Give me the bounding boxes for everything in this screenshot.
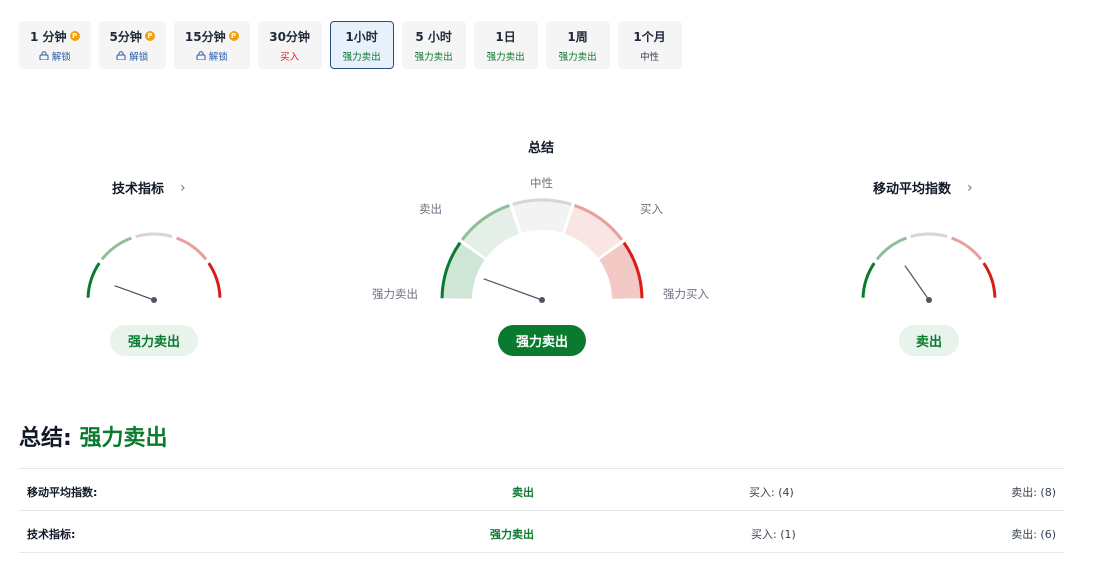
technical-indicators-gauge xyxy=(86,232,222,303)
gauge-pivot xyxy=(151,297,157,303)
gauge-band-neutral xyxy=(512,200,572,234)
gauge-segment-buy xyxy=(951,236,983,261)
gauge-label-neutral: 中性 xyxy=(530,176,553,190)
gauge-segment-buy xyxy=(176,236,208,261)
table-row: 移动平均指数: 卖出 买入: (4) 卖出: (8) xyxy=(19,468,1064,510)
summary-table: 移动平均指数: 卖出 买入: (4) 卖出: (8) 技术指标: 强力卖出 买入… xyxy=(19,468,1064,553)
gauge-segment-strong-buy xyxy=(982,262,997,298)
timeframe-tab[interactable]: 1 分钟 P 解锁 xyxy=(19,21,91,69)
summary-gauge-title: 总结 xyxy=(528,141,555,156)
gauge-pivot xyxy=(539,297,545,303)
summary-verdict: 强力卖出 xyxy=(498,325,586,356)
gauge-label-strong-sell: 强力卖出 xyxy=(372,287,418,301)
table-row: 技术指标: 强力卖出 买入: (1) 卖出: (6) xyxy=(19,510,1064,553)
timeframe-tab[interactable]: 1个月 中性 xyxy=(617,21,682,69)
chevron-right-icon: › xyxy=(967,179,973,196)
gauge-segment-sell xyxy=(100,236,132,261)
gauge-segment-neutral xyxy=(910,232,948,239)
pro-badge-icon: P xyxy=(228,31,239,41)
timeframe-tab[interactable]: 1周 强力卖出 xyxy=(545,21,610,69)
gauge-pivot xyxy=(926,297,932,303)
gauge-segment-sell xyxy=(875,236,907,261)
gauge-segment-strong-sell xyxy=(86,262,101,298)
timeframe-tab[interactable]: 5 小时 强力卖出 xyxy=(401,21,466,69)
gauge-needle xyxy=(483,278,543,301)
gauge-needle xyxy=(114,285,155,301)
gauge-segment-strong-sell xyxy=(861,262,876,298)
moving-averages-title[interactable]: 移动平均指数 › xyxy=(873,178,973,198)
summary-heading: 总结: 强力卖出 xyxy=(19,426,168,451)
gauge-needle xyxy=(904,265,930,301)
summary-gauge xyxy=(440,198,644,303)
gauge-segment-neutral xyxy=(135,232,173,239)
timeframe-tab[interactable]: 15分钟 P 解锁 xyxy=(173,21,250,69)
timeframe-tab[interactable]: 1小时 强力卖出 xyxy=(329,21,394,69)
gauge-label-strong-buy: 强力买入 xyxy=(663,287,709,301)
timeframe-tab[interactable]: 5分钟 P 解锁 xyxy=(98,21,166,69)
lock-icon xyxy=(39,51,49,60)
chevron-right-icon: › xyxy=(180,179,186,196)
gauge-segment-strong-buy xyxy=(207,262,222,298)
technical-indicators-title[interactable]: 技术指标 › xyxy=(112,178,186,198)
moving-averages-verdict: 卖出 xyxy=(899,325,959,356)
technical-indicators-verdict: 强力卖出 xyxy=(110,325,198,356)
timeframe-tab[interactable]: 30分钟 买入 xyxy=(257,21,322,69)
timeframe-tabs: 1 分钟 P 解锁 5分钟 P 解锁 15分钟 P 解锁 30分钟 买入 1小时 强力卖出 5 小时 强力卖… xyxy=(19,21,682,69)
timeframe-tab[interactable]: 1日 强力卖出 xyxy=(473,21,538,69)
lock-icon xyxy=(196,51,206,60)
lock-icon xyxy=(116,51,126,60)
pro-badge-icon: P xyxy=(144,31,155,41)
pro-badge-icon: P xyxy=(69,31,80,41)
moving-averages-gauge xyxy=(861,232,997,303)
